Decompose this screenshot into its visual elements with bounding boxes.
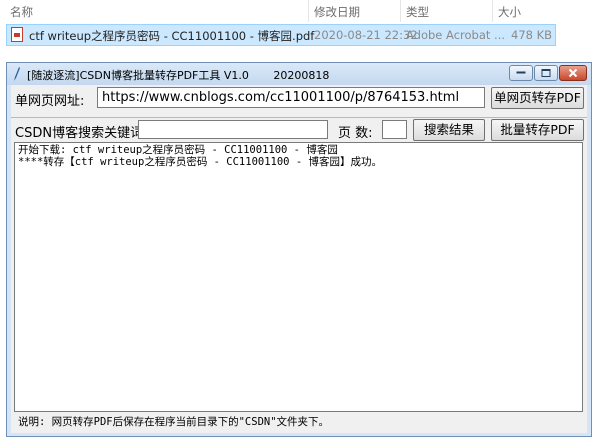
column-modified[interactable]: 修改日期 — [314, 4, 360, 20]
batch-convert-button[interactable]: 批量转存PDF — [491, 119, 584, 141]
pages-label: 页 数: — [338, 126, 373, 141]
log-line: ****转存【ctf writeup之程序员密码 - CC11001100 - … — [18, 156, 382, 168]
file-name: ctf writeup之程序员密码 - CC11001100 - 博客园.pdf — [29, 29, 315, 43]
log-line: 开始下载: ctf writeup之程序员密码 - CC11001100 - 博… — [18, 144, 338, 156]
keyword-input[interactable] — [138, 120, 328, 139]
log-output[interactable]: 开始下载: ctf writeup之程序员密码 - CC11001100 - 博… — [14, 142, 583, 412]
app-window: [随波逐流]CSDN博客批量转存PDF工具 V1.0 20200818 单网页网… — [6, 62, 592, 437]
file-explorer: 名称 修改日期 类型 大小 ctf writeup之程序员密码 - CC1100… — [0, 0, 600, 52]
maximize-button[interactable] — [534, 65, 558, 81]
column-separator — [308, 0, 309, 22]
version-date: 20200818 — [273, 69, 330, 82]
column-header: 名称 修改日期 类型 大小 — [0, 0, 600, 22]
divider — [11, 117, 587, 118]
window-controls — [508, 65, 587, 82]
feather-pen-icon — [14, 67, 20, 81]
column-name[interactable]: 名称 — [10, 4, 33, 20]
title-bar[interactable]: [随波逐流]CSDN博客批量转存PDF工具 V1.0 20200818 — [7, 63, 591, 85]
single-convert-button[interactable]: 单网页转存PDF — [491, 87, 584, 109]
minimize-icon — [516, 71, 526, 74]
url-input[interactable] — [97, 87, 485, 108]
status-note: 说明: 网页转存PDF后保存在程序当前目录下的"CSDN"文件夹下。 — [18, 416, 330, 428]
pdf-file-icon — [11, 27, 23, 42]
file-type: Adobe Acrobat ... — [406, 28, 506, 42]
file-modified: 2020-08-21 22:32 — [314, 28, 418, 42]
close-icon — [568, 68, 578, 78]
column-separator — [492, 0, 493, 22]
file-row-selected[interactable]: ctf writeup之程序员密码 - CC11001100 - 博客园.pdf… — [6, 24, 556, 46]
url-label: 单网页网址: — [15, 94, 85, 109]
maximize-icon — [541, 69, 551, 77]
close-button[interactable] — [559, 65, 587, 81]
file-size: 478 KB — [511, 28, 553, 42]
keyword-label: CSDN博客搜索关键词: — [15, 126, 148, 141]
column-type[interactable]: 类型 — [406, 4, 429, 20]
minimize-button[interactable] — [509, 65, 533, 81]
pages-input[interactable] — [382, 120, 407, 139]
column-size[interactable]: 大小 — [498, 4, 521, 20]
search-results-button[interactable]: 搜索结果 — [413, 119, 485, 141]
window-title: [随波逐流]CSDN博客批量转存PDF工具 V1.0 — [27, 69, 249, 82]
app-client-area: 单网页网址: 单网页转存PDF CSDN博客搜索关键词: 页 数: 搜索结果 批… — [11, 85, 587, 433]
column-separator — [400, 0, 401, 22]
